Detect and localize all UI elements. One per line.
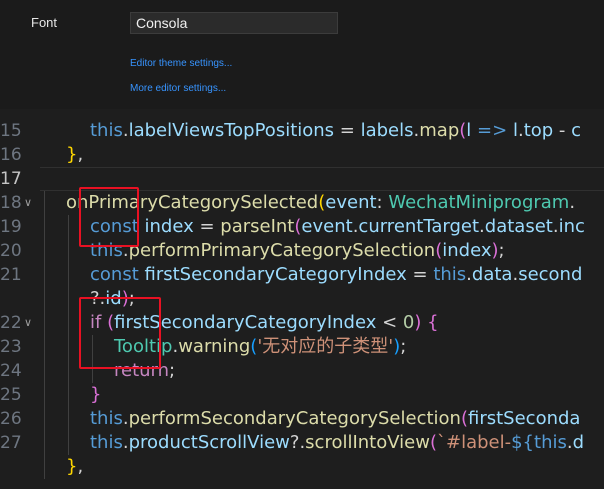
code-token: performPrimaryCategorySelection: [128, 240, 436, 261]
code-editor[interactable]: 15 16 17 18 ∨ 19 20 21 22 ∨ 23 24 25 26 27 this.labelV…: [0, 109, 604, 489]
code-token: index: [144, 216, 194, 237]
editor-theme-settings-link[interactable]: Editor theme settings...: [130, 58, 232, 69]
code-token: performSecondaryCategorySelection: [128, 408, 461, 429]
code-token: ;: [169, 360, 176, 381]
code-token: .: [569, 192, 576, 213]
code-token: dataset: [484, 216, 553, 237]
code-token: `#label-: [437, 432, 512, 453]
code-token: event: [301, 216, 353, 237]
code-token: this: [433, 264, 467, 285]
code-token: labelViewsTopPositions: [128, 120, 335, 141]
line-number: 15: [0, 121, 22, 141]
code-line: this.labelViewsTopPositions = labels.map…: [40, 119, 604, 143]
line-number: 20: [0, 241, 22, 261]
code-token: =: [406, 264, 434, 285]
line-number: 26: [0, 409, 22, 429]
code-line: }: [40, 383, 604, 407]
code-token: ,: [77, 144, 84, 165]
line-number: 24: [0, 361, 22, 381]
font-family-input[interactable]: [130, 12, 338, 34]
line-number: 19: [0, 217, 22, 237]
code-token: inc: [558, 216, 585, 237]
code-token: }: [90, 384, 102, 405]
code-token: labels: [360, 120, 414, 141]
code-line: },: [40, 455, 604, 479]
line-number: 23: [0, 337, 22, 357]
code-token: :: [376, 192, 389, 213]
code-token: index: [442, 240, 492, 261]
code-token: ${: [511, 432, 535, 453]
line-number-gutter: 15 16 17 18 ∨ 19 20 21 22 ∨ 23 24 25 26 27: [0, 109, 40, 489]
code-token: ;: [400, 336, 407, 357]
more-editor-settings-link[interactable]: More editor settings...: [130, 83, 226, 94]
code-token: ): [491, 240, 499, 261]
code-token: }: [66, 144, 78, 165]
line-number: 17: [0, 169, 22, 189]
code-line: },: [40, 143, 604, 167]
line-number: 25: [0, 385, 22, 405]
code-token: <: [376, 312, 403, 333]
line-number: 18: [0, 193, 22, 213]
code-token: warning: [178, 336, 251, 357]
code-token: WechatMiniprogram: [388, 192, 570, 213]
code-token: (: [429, 432, 437, 453]
code-token: second: [518, 264, 583, 285]
code-token: this: [90, 120, 123, 141]
code-token: =: [334, 120, 361, 141]
code-line: this.productScrollView?.scrollIntoView(`…: [40, 431, 604, 455]
code-token: {: [427, 312, 439, 333]
code-token: scrollIntoView: [305, 432, 430, 453]
code-token: ?.: [289, 432, 306, 453]
code-token: c: [571, 120, 582, 141]
code-token: this: [90, 408, 123, 429]
code-token: (: [460, 408, 468, 429]
code-token: parseInt: [220, 216, 295, 237]
line-number: 27: [0, 433, 22, 453]
annotation-box-if-tooltip: [79, 297, 161, 369]
code-token: '无对应的子类型': [257, 336, 394, 357]
code-token: =>: [477, 120, 508, 141]
code-token: map: [419, 120, 460, 141]
code-token: firstSeconda: [468, 408, 581, 429]
code-token: data: [471, 264, 513, 285]
code-token: this: [90, 432, 123, 453]
annotation-box-const: [79, 187, 139, 247]
code-token: =: [193, 216, 221, 237]
code-token: -: [553, 120, 572, 141]
code-token: firstSecondaryCategoryIndex: [144, 264, 407, 285]
code-token: }: [66, 456, 78, 477]
code-token: ,: [77, 456, 84, 477]
code-token: currentTarget: [358, 216, 480, 237]
code-token: const: [90, 264, 139, 285]
code-token: productScrollView: [128, 432, 290, 453]
fold-chevron-icon[interactable]: ∨: [24, 311, 34, 335]
editor-settings-panel: Font Editor theme settings... More edito…: [0, 0, 604, 109]
code-token: top: [523, 120, 554, 141]
code-token: ;: [498, 240, 505, 261]
code-token: d: [572, 432, 585, 453]
fold-chevron-icon[interactable]: ∨: [24, 191, 34, 215]
line-number: 16: [0, 145, 22, 165]
code-line: this.performSecondaryCategorySelection(f…: [40, 407, 604, 431]
line-number: 22: [0, 313, 22, 333]
font-setting-label: Font: [31, 15, 58, 30]
code-line: const firstSecondaryCategoryIndex = this…: [40, 263, 604, 287]
line-number: 21: [0, 265, 22, 285]
code-token: 0: [402, 312, 415, 333]
code-token: this: [534, 432, 567, 453]
code-token: event: [325, 192, 377, 213]
